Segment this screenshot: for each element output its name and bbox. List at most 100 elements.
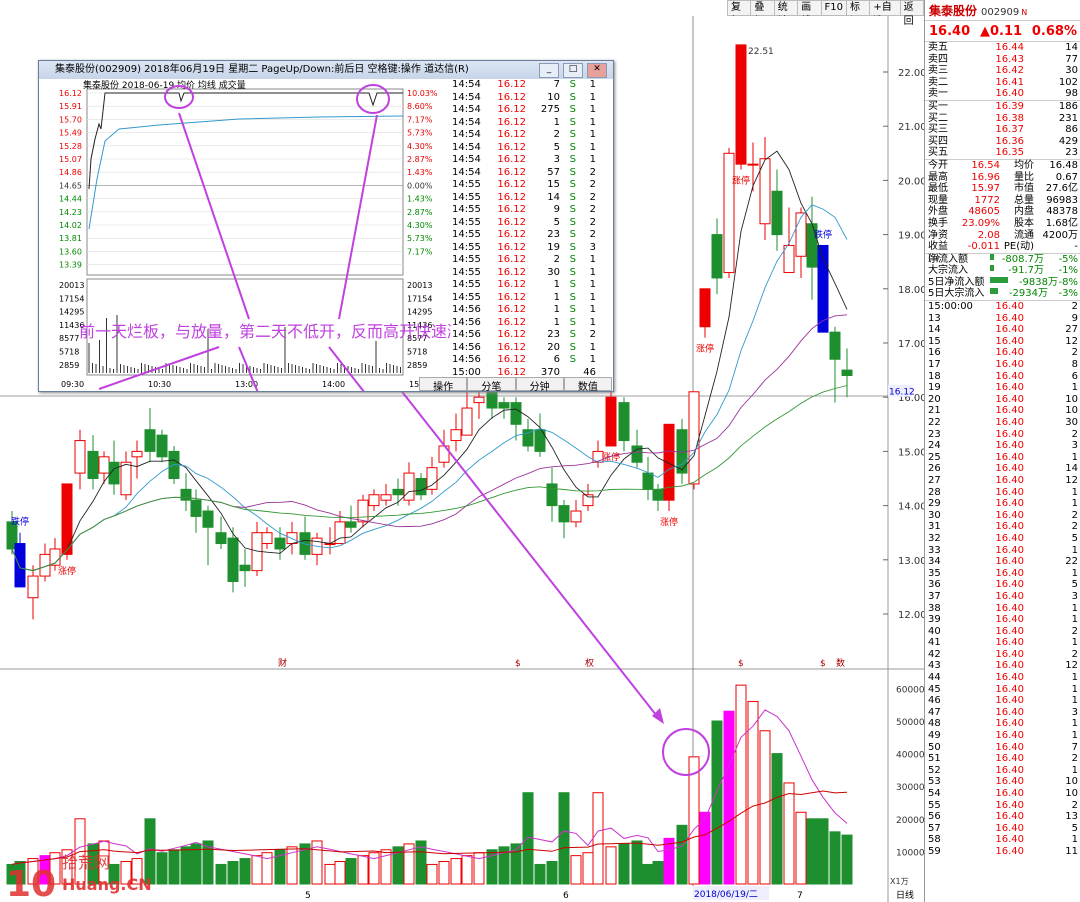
max-price-label: 22.51	[748, 47, 774, 57]
trade-time: 59	[928, 845, 941, 857]
trade-price: 16.40	[995, 788, 1024, 799]
vol-bar-69	[817, 818, 829, 885]
toolbar-button-5[interactable]: 标记	[845, 0, 871, 27]
stat-value: 16.54	[971, 159, 1000, 171]
popup-tab-0[interactable]: 操作	[419, 377, 468, 393]
trade-time: 57	[928, 822, 941, 834]
tick-cell: 14:54	[452, 104, 481, 115]
intraday-right-tick: 1.43%	[407, 195, 433, 204]
tick-cell: 14:54	[452, 129, 481, 140]
book-row: 买二 16.38 231	[925, 113, 1080, 125]
candle-body-61	[723, 152, 735, 274]
stat-label: 最低	[928, 183, 948, 195]
book-label: 卖四	[928, 53, 948, 65]
tick-row: 14:55 16.12 30 S 1	[452, 267, 612, 280]
toolbar-button-2[interactable]: 统计	[773, 0, 799, 27]
vol-bar-45	[534, 863, 546, 885]
toolbar-button-6[interactable]: +自选	[869, 0, 901, 27]
trade-vol: 12	[1065, 335, 1078, 347]
trade-row: 31 16.40 2	[925, 521, 1080, 533]
popup-tab-3[interactable]: 数值	[563, 377, 612, 393]
toolbar: 复权叠加统计画线F10标记+自选返回	[727, 0, 924, 27]
trade-price: 16.40	[995, 324, 1024, 336]
trade-row: 42 16.40 2	[925, 649, 1080, 661]
trade-vol: 1	[1071, 672, 1078, 684]
stat-label: 现量	[928, 194, 948, 206]
event-marker-5: 数	[836, 657, 845, 669]
intraday-x-label: 09:30	[61, 380, 84, 389]
vol-bar-56	[663, 837, 675, 885]
trade-price: 16.40	[995, 509, 1024, 521]
flow-value: -91.7万	[1008, 265, 1044, 277]
tick-cell: 14:56	[452, 341, 481, 353]
toolbar-button-1[interactable]: 叠加	[750, 0, 775, 27]
trade-price: 16.40	[995, 822, 1024, 834]
book-price: 16.37	[995, 124, 1024, 136]
tick-popup-window[interactable]: 集泰股份(002909) 2018年06月19日 星期二 PageUp/Down…	[38, 60, 614, 393]
flow-row: 5日大宗流入 -2934万 -3%	[925, 288, 1080, 300]
minimize-icon[interactable]: _	[539, 63, 559, 78]
flow-pct: -3%	[1058, 288, 1078, 300]
trade-row: 28 16.40 1	[925, 487, 1080, 499]
candle-body-20	[239, 564, 251, 572]
trade-row: 22 16.40 30	[925, 417, 1080, 429]
popup-tab-2[interactable]: 分钟	[515, 377, 564, 393]
intraday-vol-right: 20013	[407, 281, 432, 290]
intraday-vol-left: 2859	[59, 361, 79, 370]
intraday-left-tick: 15.28	[59, 142, 82, 151]
tick-row: 14:55 16.12 15 S 2	[452, 179, 612, 192]
toolbar-button-3[interactable]: 画线	[797, 0, 822, 27]
stat-value: 4200万	[1042, 229, 1078, 241]
tick-cell: 2	[589, 166, 596, 178]
trade-time: 51	[928, 753, 941, 765]
trade-price: 16.40	[995, 741, 1024, 753]
intraday-chart[interactable]: 集泰股份 2018-06-19 均价 均线 成交量16.12 15.91 15.70…	[39, 79, 451, 391]
trade-vol: 5	[1071, 532, 1078, 544]
maximize-icon[interactable]: □	[563, 63, 583, 78]
tick-cell: 1	[589, 266, 596, 278]
trade-vol: 12	[1065, 474, 1078, 486]
y-tick-label: 21.00	[898, 122, 924, 133]
toolbar-button-4[interactable]: F10	[820, 0, 847, 16]
limit-label-59: 涨停	[696, 343, 714, 355]
toolbar-button-0[interactable]: 复权	[727, 0, 752, 27]
book-price: 16.44	[995, 42, 1024, 53]
toolbar-button-7[interactable]: 返回	[899, 0, 924, 27]
intraday-left-tick: 13.39	[59, 261, 82, 270]
trade-row: 29 16.40 1	[925, 498, 1080, 510]
candle-body-66	[783, 244, 795, 274]
cross-price-label: 16.12	[889, 388, 915, 398]
trade-price: 16.40	[995, 706, 1024, 718]
close-icon[interactable]: ✕	[587, 63, 607, 78]
candle-body-54	[642, 472, 654, 490]
vol-bar-67	[795, 811, 807, 885]
vol-bar-20	[239, 858, 251, 885]
popup-titlebar[interactable]: 集泰股份(002909) 2018年06月19日 星期二 PageUp/Down…	[39, 61, 613, 79]
vol-bar-37	[438, 861, 450, 885]
tick-cell: 2	[589, 216, 596, 228]
trade-time: 58	[928, 834, 941, 846]
candle-body-1	[14, 543, 26, 588]
trade-row: 33 16.40 1	[925, 545, 1080, 557]
tick-cell: 1	[553, 316, 560, 328]
candle-body-29	[345, 521, 357, 528]
trade-time: 28	[928, 486, 941, 498]
candle-body-58	[688, 391, 700, 485]
trade-row: 37 16.40 3	[925, 591, 1080, 603]
book-price: 16.43	[995, 53, 1024, 65]
trade-row: 32 16.40 5	[925, 533, 1080, 545]
stat-label: 市值	[1014, 183, 1034, 195]
intraday-right-tick: 2.87%	[407, 208, 433, 217]
book-vol: 231	[1058, 112, 1078, 124]
trade-row: 59 16.40 11	[925, 846, 1080, 858]
intraday-left-tick: 15.07	[59, 155, 82, 164]
vol-bar-62	[735, 684, 747, 885]
trade-price: 16.40	[995, 602, 1024, 614]
book-label: 卖二	[928, 76, 948, 88]
tick-cell: S	[569, 104, 576, 115]
stat-value: -	[1074, 241, 1078, 253]
trade-vol: 5	[1071, 579, 1078, 591]
trade-time: 15	[928, 335, 941, 347]
trade-vol: 2	[1071, 648, 1078, 660]
popup-tab-1[interactable]: 分笔	[467, 377, 516, 393]
